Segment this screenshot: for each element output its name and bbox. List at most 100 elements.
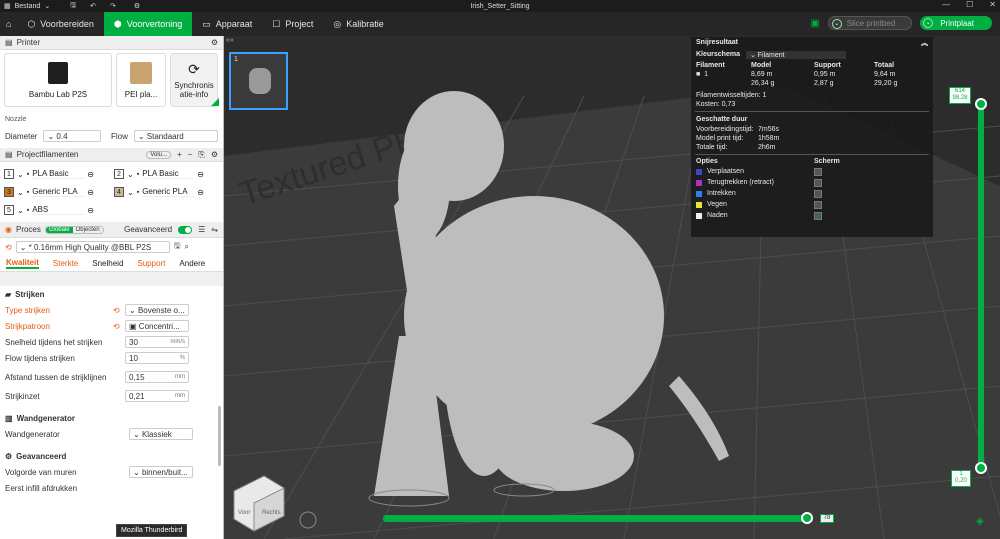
process-tab[interactable]: Support bbox=[137, 259, 165, 268]
tab-preview[interactable]: ⬢ Voorvertoning bbox=[103, 12, 193, 36]
filament-color-swatch[interactable]: 3 bbox=[4, 187, 14, 197]
remove-filament-icon[interactable]: ⊖ bbox=[197, 188, 204, 197]
layers-icon[interactable]: ◈ bbox=[976, 516, 984, 527]
estimate-title: Geschatte duur bbox=[696, 116, 748, 123]
add-icon[interactable]: + bbox=[177, 150, 182, 159]
nozzle-label: Nozzle bbox=[5, 116, 27, 123]
filament-color-swatch[interactable]: 4 bbox=[114, 187, 124, 197]
file-menu[interactable]: Bestand bbox=[15, 3, 41, 10]
option-row: Intrekken bbox=[691, 188, 933, 199]
filament-slot[interactable]: 5 ⌄ ▪ ABS ⊖ bbox=[4, 202, 114, 218]
slice-plate-button[interactable]: ⌄ Slice printbed bbox=[827, 16, 913, 30]
process-tab[interactable]: Andere bbox=[179, 259, 205, 268]
top-layer-handle[interactable] bbox=[975, 98, 987, 110]
plate-thumbnail[interactable]: 1 bbox=[229, 52, 288, 110]
setting-value: 0,21 bbox=[129, 391, 145, 401]
iron-flow-input[interactable]: 10% bbox=[125, 352, 189, 364]
app-menu-icon[interactable]: ▦ bbox=[4, 2, 11, 10]
option-checkbox[interactable]: ✓ bbox=[814, 211, 822, 221]
compare-icon[interactable]: ⇋ bbox=[211, 225, 218, 234]
save-preset-icon[interactable]: 🖫 bbox=[174, 240, 181, 254]
remove-filament-icon[interactable]: ⊖ bbox=[87, 188, 94, 197]
scrollbar[interactable] bbox=[218, 406, 221, 466]
chevron-down-icon: ⌄ bbox=[17, 187, 24, 197]
home-icon[interactable]: ⌂ bbox=[0, 12, 17, 36]
filament-color-swatch[interactable]: 2 bbox=[114, 169, 124, 179]
save-icon[interactable]: 🖫 bbox=[70, 1, 76, 12]
gear-icon[interactable]: ⚙ bbox=[211, 150, 218, 159]
option-row: Terugtrekken (retract) bbox=[691, 177, 933, 188]
collapse-icon[interactable]: «» bbox=[226, 37, 234, 44]
minimize-icon[interactable]: — bbox=[942, 0, 950, 9]
collapse-icon[interactable]: ︽ bbox=[921, 38, 928, 48]
process-tab[interactable]: Kwaliteit bbox=[6, 258, 39, 269]
diameter-select[interactable]: ⌄ 0.4 bbox=[43, 130, 101, 142]
wall-generator-select[interactable]: ⌄ Klassiek bbox=[129, 428, 193, 440]
remove-filament-icon[interactable]: ⊖ bbox=[87, 206, 94, 215]
option-checkbox[interactable] bbox=[814, 167, 822, 176]
close-icon[interactable]: ✕ bbox=[989, 0, 996, 9]
move-handle[interactable] bbox=[800, 512, 813, 524]
wall-order-select[interactable]: ⌄ binnen/buit... bbox=[129, 466, 193, 478]
option-checkbox[interactable] bbox=[814, 189, 822, 198]
process-tab[interactable]: Snelheid bbox=[92, 259, 123, 268]
process-tab[interactable]: Sterkte bbox=[53, 259, 78, 268]
support-length: 0,95 m bbox=[814, 71, 836, 78]
option-checkbox[interactable] bbox=[814, 178, 822, 187]
toggle-global[interactable]: Globale bbox=[45, 226, 73, 233]
print-plate-button[interactable]: ⌄ Printplaat bbox=[920, 16, 992, 30]
remove-filament-icon[interactable]: ⊖ bbox=[197, 170, 204, 179]
chevron-down-icon[interactable]: ⌄ bbox=[831, 19, 842, 29]
iron-spacing-input[interactable]: 0,15 mm bbox=[125, 371, 189, 383]
chevron-down-icon[interactable]: ⌄ bbox=[923, 18, 934, 28]
list-icon[interactable]: ☰ bbox=[198, 225, 205, 234]
iron-type-select[interactable]: ⌄ Bovenste o... bbox=[125, 304, 189, 316]
project-icon: ☐ bbox=[272, 18, 281, 29]
filament-color-swatch[interactable]: 5 bbox=[4, 205, 14, 215]
advanced-toggle[interactable] bbox=[178, 225, 193, 234]
move-slider[interactable] bbox=[383, 515, 813, 522]
toggle-objects[interactable]: Objecten bbox=[73, 227, 103, 233]
remove-filament-icon[interactable]: ⊖ bbox=[87, 170, 94, 179]
option-label: Terugtrekken (retract) bbox=[707, 179, 774, 186]
tab-prepare[interactable]: ⬡ Voorbereiden bbox=[17, 12, 103, 36]
undo-icon[interactable]: ↶ bbox=[90, 2, 96, 10]
maximize-icon[interactable]: ☐ bbox=[966, 0, 973, 9]
tab-device[interactable]: ▭ Apparaat bbox=[192, 12, 262, 36]
scope-toggle[interactable]: Globale Objecten bbox=[44, 225, 104, 234]
chevron-down-icon: ⌄ bbox=[137, 131, 145, 141]
layer-slider[interactable] bbox=[978, 100, 984, 470]
plate-image bbox=[130, 61, 152, 84]
iron-speed-input[interactable]: 30 mm/s bbox=[125, 336, 189, 348]
plate-select[interactable]: PEI pla... bbox=[116, 53, 166, 107]
option-checkbox[interactable] bbox=[814, 200, 822, 209]
scheme-select[interactable]: ⌄ Filament bbox=[745, 50, 846, 59]
reset-icon[interactable]: ⟲ bbox=[5, 243, 12, 252]
remove-icon[interactable]: − bbox=[188, 150, 193, 159]
plate-layout-icon[interactable]: ▣ bbox=[810, 18, 819, 29]
filament-slot[interactable]: 3 ⌄ ▪ Generic PLA ⊖ bbox=[4, 184, 114, 200]
settings-icon[interactable]: ⚙ bbox=[134, 2, 140, 10]
option-label: Vegen bbox=[707, 201, 727, 208]
filament-slot[interactable]: 1 ⌄ ▪ PLA Basic ⊖ bbox=[4, 166, 114, 182]
filament-slot[interactable]: 4 ⌄ ▪ Generic PLA ⊖ bbox=[114, 184, 223, 200]
wall-icon: ▥ bbox=[5, 413, 13, 423]
reset-icon[interactable]: ⟲ bbox=[113, 306, 125, 315]
flow-select[interactable]: ⌄ Standaard bbox=[133, 130, 218, 142]
tab-calibration[interactable]: ◎ Kalibratie bbox=[323, 12, 393, 36]
iron-inset-input[interactable]: 0,21 mm bbox=[125, 390, 189, 402]
sync-filament-icon[interactable]: ⎘ bbox=[198, 150, 204, 160]
search-icon[interactable]: ⌕ bbox=[185, 242, 189, 252]
preset-select[interactable]: ⌄ * 0.16mm High Quality @BBL P2S bbox=[15, 241, 170, 253]
iron-pattern-select[interactable]: ▣ Concentri... bbox=[125, 320, 189, 332]
bottom-layer-handle[interactable] bbox=[975, 462, 987, 474]
gear-icon[interactable]: ⚙ bbox=[211, 38, 218, 47]
redo-icon[interactable]: ↷ bbox=[110, 2, 116, 10]
printer-select[interactable]: Bambu Lab P2S bbox=[4, 53, 112, 107]
filament-color-swatch[interactable]: 1 bbox=[4, 169, 14, 179]
reset-icon[interactable]: ⟲ bbox=[113, 322, 125, 331]
menu-dropdown-icon[interactable]: ⌄ bbox=[44, 2, 50, 10]
tab-project[interactable]: ☐ Project bbox=[262, 12, 323, 36]
volume-chip[interactable]: Volu... bbox=[146, 150, 172, 159]
filament-slot[interactable]: 2 ⌄ ▪ PLA Basic ⊖ bbox=[114, 166, 223, 182]
